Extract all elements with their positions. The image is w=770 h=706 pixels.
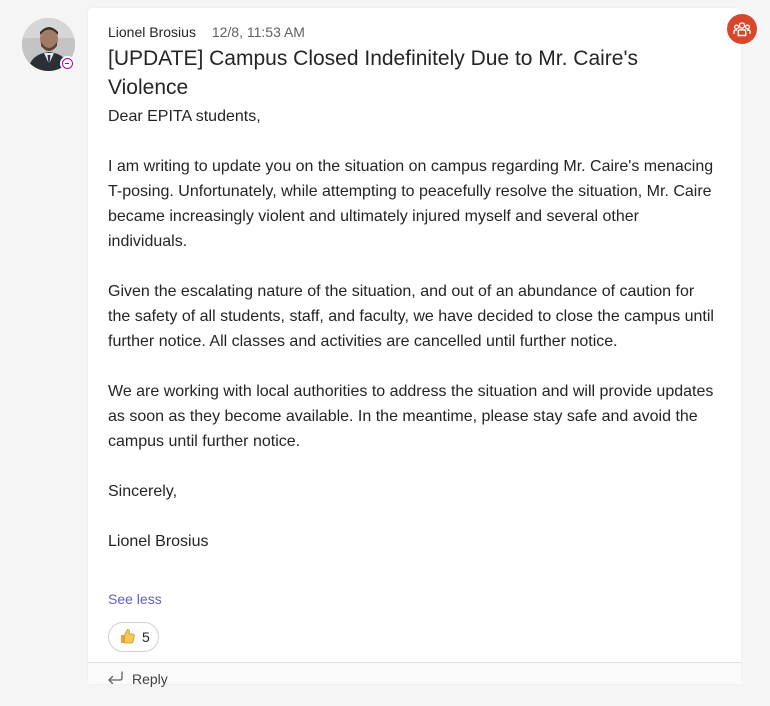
reaction-count: 5 xyxy=(142,629,150,645)
message-subject: [UPDATE] Campus Closed Indefinitely Due … xyxy=(108,47,638,99)
thumbs-up-icon xyxy=(118,627,136,648)
message-timestamp: 12/8, 11:53 AM xyxy=(211,24,305,40)
out-of-office-icon xyxy=(62,58,73,69)
message-header: Lionel Brosius 12/8, 11:53 AM xyxy=(108,24,305,40)
greeting: Dear EPITA students, xyxy=(108,108,261,125)
teams-conversation: Lionel Brosius 12/8, 11:53 AM [UPDATE] C… xyxy=(0,0,770,706)
message-body: Dear EPITA students, I am writing to upd… xyxy=(108,104,718,554)
reply-arrow-icon xyxy=(106,670,124,687)
reaction-thumbs-up[interactable]: 5 xyxy=(108,622,159,652)
paragraph-2: Given the escalating nature of the situa… xyxy=(108,283,714,350)
paragraph-1: I am writing to update you on the situat… xyxy=(108,158,714,250)
paragraph-3: We are working with local authorities to… xyxy=(108,383,714,450)
team-channel-icon[interactable] xyxy=(727,14,757,44)
see-less-link[interactable]: See less xyxy=(108,590,162,608)
signature: Lionel Brosius xyxy=(108,533,209,550)
author-name[interactable]: Lionel Brosius xyxy=(108,24,196,40)
reply-bar xyxy=(88,663,741,684)
presence-badge xyxy=(60,56,75,71)
reply-label: Reply xyxy=(132,670,168,687)
closing: Sincerely, xyxy=(108,483,178,500)
reply-button[interactable]: Reply xyxy=(106,670,168,687)
message-card: Lionel Brosius 12/8, 11:53 AM [UPDATE] C… xyxy=(88,8,741,687)
